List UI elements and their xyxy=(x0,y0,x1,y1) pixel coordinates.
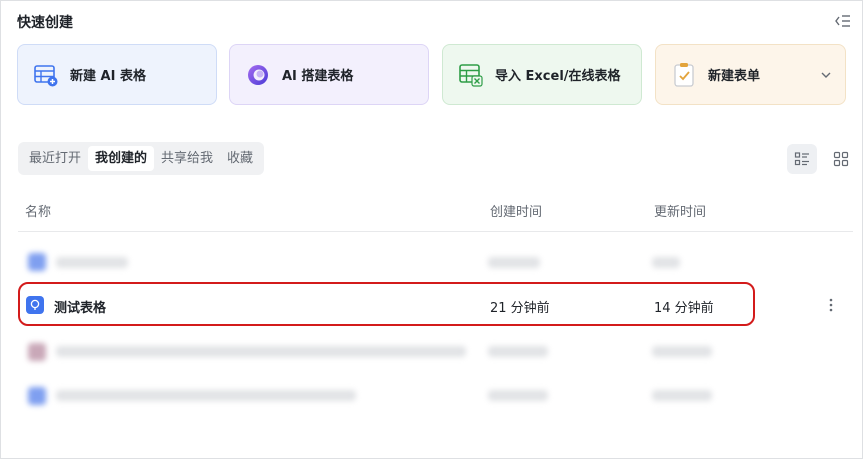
new-ai-table-card[interactable]: 新建 AI 表格 xyxy=(17,44,217,105)
header-divider xyxy=(18,231,853,232)
redacted-text xyxy=(56,390,356,401)
card-label: 导入 Excel/在线表格 xyxy=(495,69,621,84)
grid-view-icon[interactable] xyxy=(826,144,856,174)
redacted-text xyxy=(56,257,128,268)
ai-orb-icon xyxy=(244,61,272,89)
redacted-text xyxy=(488,257,540,268)
redacted-text xyxy=(488,390,548,401)
tab-created-by-me[interactable]: 我创建的 xyxy=(88,146,155,171)
import-excel-card[interactable]: 导入 Excel/在线表格 xyxy=(442,44,642,105)
redacted-text xyxy=(652,346,712,357)
tab-favorites[interactable]: 收藏 xyxy=(220,146,260,171)
card-label: AI 搭建表格 xyxy=(282,69,354,84)
new-form-card[interactable]: 新建表单 xyxy=(655,44,846,105)
card-label: 新建表单 xyxy=(708,69,761,84)
redacted-text xyxy=(488,346,548,357)
tab-shared-with-me[interactable]: 共享给我 xyxy=(154,146,220,171)
page-title: 快速创建 xyxy=(17,15,73,31)
form-icon xyxy=(670,61,698,89)
table-row-redacted[interactable] xyxy=(18,242,853,282)
more-options-icon[interactable] xyxy=(824,296,838,314)
redacted-text xyxy=(56,346,466,357)
redacted-file-icon xyxy=(28,343,46,361)
tab-recent[interactable]: 最近打开 xyxy=(22,146,88,171)
column-header-created: 创建时间 xyxy=(490,205,543,220)
ai-build-table-card[interactable]: AI 搭建表格 xyxy=(229,44,429,105)
redacted-text xyxy=(652,390,712,401)
table-row-redacted[interactable] xyxy=(18,375,853,415)
file-filter-tabs: 最近打开 我创建的 共享给我 收藏 xyxy=(18,142,265,175)
quick-create-cards: 新建 AI 表格 AI 搭建表格 导入 Excel/在线表格 新建表单 xyxy=(17,44,846,108)
table-row-redacted[interactable] xyxy=(18,331,853,371)
redacted-file-icon xyxy=(28,253,46,271)
column-header-updated: 更新时间 xyxy=(654,205,707,220)
collapse-panel-icon[interactable] xyxy=(834,12,852,30)
table-add-icon xyxy=(32,61,60,89)
column-header-name: 名称 xyxy=(25,205,52,220)
card-label: 新建 AI 表格 xyxy=(70,69,146,84)
list-view-icon[interactable] xyxy=(787,144,817,174)
highlight-box xyxy=(18,282,755,326)
excel-import-icon xyxy=(457,61,485,89)
redacted-text xyxy=(652,257,680,268)
redacted-file-icon xyxy=(28,387,46,405)
quick-create-panel: 快速创建 新建 AI 表格 AI 搭建表格 导入 Excel/在线表格 新建表单… xyxy=(0,0,863,459)
chevron-down-icon[interactable] xyxy=(819,67,833,81)
